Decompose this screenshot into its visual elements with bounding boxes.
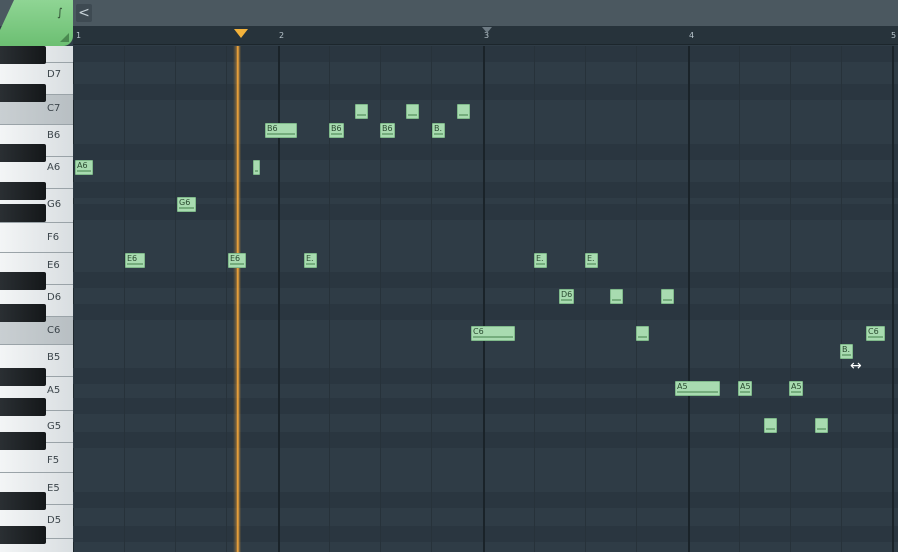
note[interactable]: C6 xyxy=(471,326,515,341)
note[interactable]: B6 xyxy=(265,123,297,138)
grid-row xyxy=(73,304,898,320)
note[interactable] xyxy=(355,104,368,119)
grid-row xyxy=(73,368,898,384)
beat-line xyxy=(380,46,381,552)
key-label: D7 xyxy=(47,69,62,80)
note[interactable]: G6 xyxy=(177,197,196,212)
key-label: C7 xyxy=(47,103,61,114)
snap-icon: ∫ xyxy=(57,6,63,19)
note[interactable]: E. xyxy=(534,253,547,268)
piano-key-black[interactable] xyxy=(0,304,46,322)
piano-key-black[interactable] xyxy=(0,46,46,64)
beat-line xyxy=(124,46,125,552)
toolbar xyxy=(0,0,898,26)
grid-row xyxy=(73,398,898,414)
note[interactable]: B. xyxy=(432,123,445,138)
beat-line xyxy=(431,46,432,552)
note[interactable] xyxy=(764,418,777,433)
note[interactable]: B6 xyxy=(329,123,344,138)
key-label: F5 xyxy=(47,455,60,466)
key-label: C6 xyxy=(47,325,61,336)
back-button[interactable]: < xyxy=(76,4,92,22)
piano-key-black[interactable] xyxy=(0,182,46,200)
piano-roll-grid[interactable] xyxy=(73,46,898,552)
beat-line xyxy=(841,46,842,552)
beat-line xyxy=(226,46,227,552)
bar-line xyxy=(278,46,280,552)
beat-line xyxy=(329,46,330,552)
beat-line xyxy=(585,46,586,552)
note[interactable] xyxy=(636,326,649,341)
grid-row xyxy=(73,84,898,100)
piano-key-black[interactable] xyxy=(0,204,46,222)
piano-key-black[interactable] xyxy=(0,432,46,450)
piano-key-black[interactable] xyxy=(0,492,46,510)
beat-line xyxy=(739,46,740,552)
bar-number: 2 xyxy=(279,31,285,40)
piano-key-black[interactable] xyxy=(0,144,46,162)
piano-key-black[interactable] xyxy=(0,526,46,544)
bar-line xyxy=(688,46,690,552)
beat-line xyxy=(534,46,535,552)
piano-key-black[interactable] xyxy=(0,368,46,386)
note[interactable]: B6 xyxy=(380,123,395,138)
piano-key-black[interactable] xyxy=(0,84,46,102)
playhead-marker-icon[interactable] xyxy=(234,29,248,38)
note[interactable]: C6 xyxy=(866,326,885,341)
key-label: E6 xyxy=(47,260,60,271)
bar-line xyxy=(483,46,485,552)
grid-row xyxy=(73,526,898,542)
bar-number: 4 xyxy=(689,31,695,40)
key-label: B6 xyxy=(47,130,61,141)
note[interactable]: A5 xyxy=(738,381,752,396)
note[interactable] xyxy=(253,160,260,175)
note[interactable]: A5 xyxy=(789,381,803,396)
grid-row xyxy=(73,432,898,448)
resize-cursor-icon: ↔ xyxy=(850,358,862,374)
piano-keyboard[interactable]: D7 C7 B6 A6 G6 F6 E6 D6 C6 B5 A5 G5 F5 E… xyxy=(0,46,74,552)
key-label: B5 xyxy=(47,352,61,363)
tool-menu-button[interactable]: ∫ xyxy=(0,0,73,46)
grid-row xyxy=(73,144,898,160)
chevron-left-icon: < xyxy=(78,5,90,21)
key-label: G5 xyxy=(47,421,62,432)
note[interactable]: A5 xyxy=(675,381,720,396)
bar-number: 1 xyxy=(76,31,82,40)
note[interactable] xyxy=(610,289,623,304)
beat-line xyxy=(636,46,637,552)
note[interactable] xyxy=(815,418,828,433)
piano-key-black[interactable] xyxy=(0,272,46,290)
corner-triangle-icon xyxy=(60,33,69,42)
note[interactable] xyxy=(406,104,419,119)
key-label: F6 xyxy=(47,232,60,243)
grid-row xyxy=(73,492,898,508)
note[interactable]: A6 xyxy=(75,160,93,175)
note[interactable]: B. xyxy=(840,344,853,359)
key-label: D6 xyxy=(47,292,62,303)
note[interactable]: D6 xyxy=(559,289,574,304)
beat-line xyxy=(790,46,791,552)
note[interactable]: E6 xyxy=(125,253,145,268)
note[interactable]: E. xyxy=(585,253,598,268)
note[interactable]: E. xyxy=(304,253,317,268)
grid-row xyxy=(73,204,898,220)
key-label: D5 xyxy=(47,515,62,526)
grid-row xyxy=(73,272,898,288)
note[interactable] xyxy=(661,289,674,304)
piano-key-black[interactable] xyxy=(0,398,46,416)
note[interactable] xyxy=(457,104,470,119)
bar-line xyxy=(892,46,894,552)
beat-line xyxy=(175,46,176,552)
note[interactable]: E6 xyxy=(228,253,246,268)
playhead[interactable] xyxy=(233,46,241,552)
grid-row xyxy=(73,46,898,62)
key-label: G6 xyxy=(47,199,62,210)
key-label: E5 xyxy=(47,483,60,494)
loop-marker-icon[interactable] xyxy=(482,27,492,33)
bar-number: 5 xyxy=(891,31,897,40)
key-label: A6 xyxy=(47,162,61,173)
key-label: A5 xyxy=(47,385,61,396)
grid-row xyxy=(73,182,898,198)
